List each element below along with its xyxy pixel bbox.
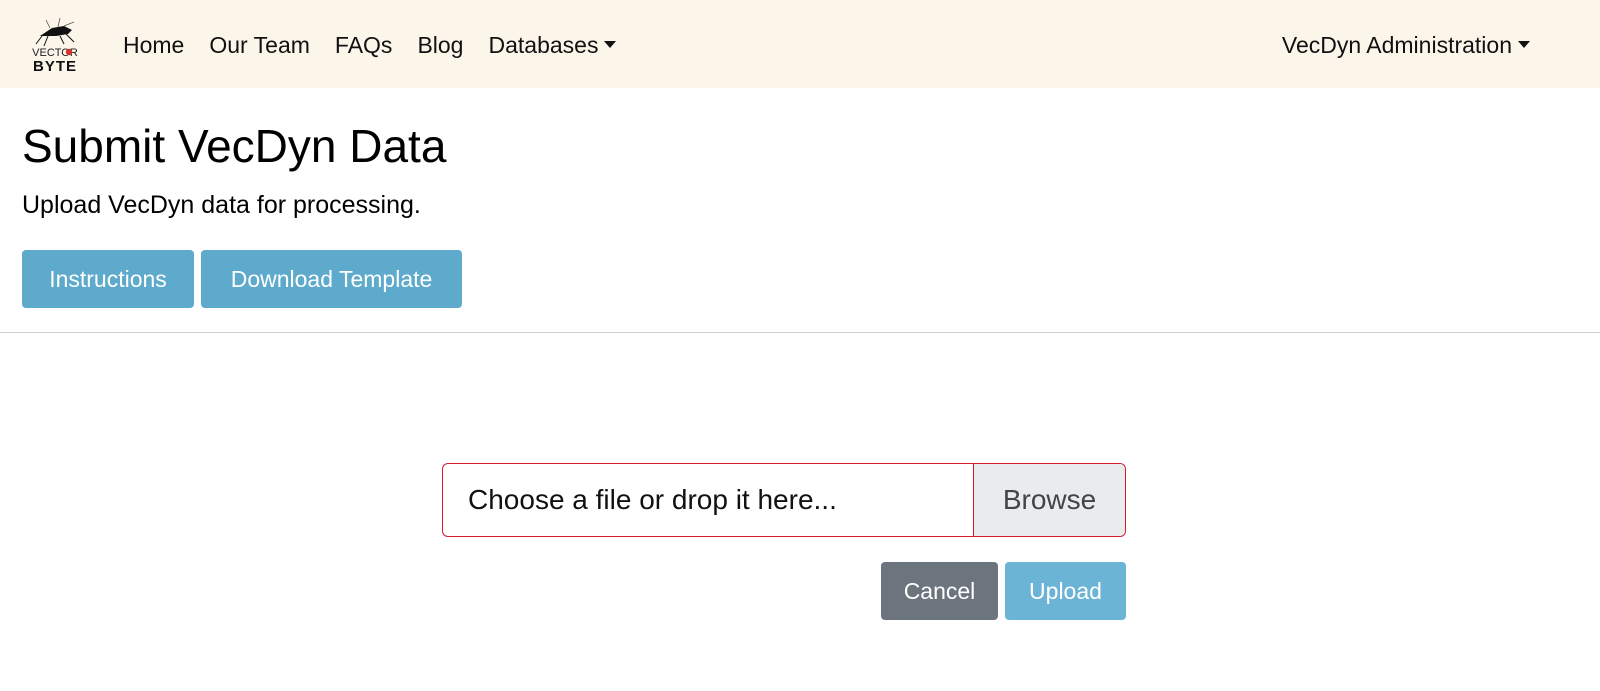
mosquito-logo-icon [35, 17, 75, 47]
page-title: Submit VecDyn Data [22, 120, 447, 172]
vectorbyte-logo[interactable]: VECTOR BYTE [20, 14, 90, 74]
nav-home[interactable]: Home [123, 29, 184, 61]
nav-databases-dropdown[interactable]: Databases [488, 29, 617, 61]
divider [0, 332, 1600, 333]
nav-databases-label: Databases [488, 32, 599, 58]
cancel-button[interactable]: Cancel [881, 562, 998, 620]
upload-button[interactable]: Upload [1005, 562, 1126, 620]
nav-blog[interactable]: Blog [417, 29, 463, 61]
caret-down-icon [1518, 41, 1530, 49]
file-upload-input[interactable]: Choose a file or drop it here... Browse [442, 463, 1126, 537]
logo-red-dot [65, 48, 73, 56]
nav-faqs[interactable]: FAQs [335, 29, 393, 61]
download-template-button[interactable]: Download Template [201, 250, 462, 308]
instructions-button[interactable]: Instructions [22, 250, 194, 308]
page-subtitle: Upload VecDyn data for processing. [22, 191, 421, 219]
top-navbar: VECTOR BYTE Home Our Team FAQs Blog Data… [0, 0, 1600, 88]
caret-down-icon [604, 41, 617, 49]
nav-our-team[interactable]: Our Team [209, 29, 310, 61]
file-drop-label[interactable]: Choose a file or drop it here... [443, 464, 973, 536]
nav-links: Home Our Team FAQs Blog Databases [123, 29, 641, 61]
nav-admin-dropdown[interactable]: VecDyn Administration [1282, 29, 1530, 61]
browse-button[interactable]: Browse [973, 464, 1125, 536]
logo-text-byte: BYTE [33, 58, 77, 74]
nav-admin-label: VecDyn Administration [1281, 32, 1512, 58]
